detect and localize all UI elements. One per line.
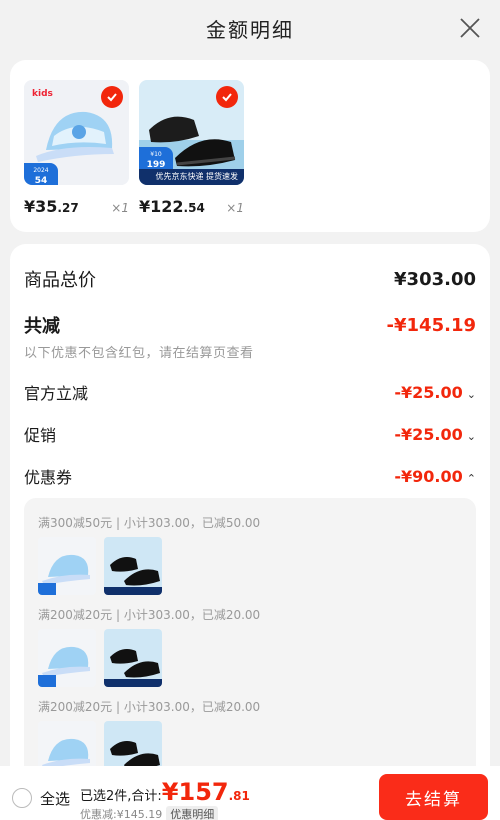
coupon-title: 满200减20元 | 小计303.00，已减20.00 — [38, 608, 261, 622]
header: 金额明细 — [0, 0, 500, 58]
coupon-row[interactable]: 优惠券 -¥90.00 ⌃ — [24, 464, 476, 488]
promotion-row[interactable]: 促销 -¥25.00 ⌄ — [24, 422, 476, 446]
select-all-radio[interactable] — [12, 788, 32, 808]
product-total-row: 商品总价 ¥303.00 — [24, 268, 476, 292]
product-thumbnail[interactable]: kids 2024 54 — [24, 80, 129, 185]
product-price: ¥35.27 ×1 — [24, 197, 129, 216]
product-item[interactable]: 优先京东快递 提货速发 ¥10 199 ¥122.54 ×1 — [139, 80, 244, 216]
product-thumbnail[interactable]: 优先京东快递 提货速发 ¥10 199 — [139, 80, 244, 185]
close-icon[interactable] — [458, 16, 482, 40]
checkout-button[interactable]: 去结算 — [379, 774, 488, 820]
totals-card: 商品总价 ¥303.00 共减 -¥145.19 以下优惠不包含红包，请在结算页… — [10, 244, 490, 818]
coupon-group: 满200减20元 | 小计303.00，已减20.00 — [38, 606, 260, 687]
product-mini-thumb — [104, 629, 162, 687]
product-mini-thumb — [38, 629, 96, 687]
official-discount-amount: -¥25.00 ⌄ — [394, 382, 476, 402]
products-card: kids 2024 54 ¥35.27 ×1 优先京东快递 提货速发 ¥10 1… — [10, 60, 490, 232]
chevron-up-icon[interactable]: ⌃ — [467, 472, 476, 485]
total-amount: ¥157 — [161, 778, 229, 806]
discount-row: 共减 -¥145.19 — [24, 314, 476, 338]
product-price: ¥122.54 ×1 — [139, 197, 244, 216]
coupon-title: 满200减20元 | 小计303.00，已减20.00 — [38, 700, 261, 714]
selected-count: 已选2件,合计: — [80, 789, 162, 804]
official-discount-row[interactable]: 官方立减 -¥25.00 ⌄ — [24, 380, 476, 404]
price-badge: ¥10 199 — [139, 147, 173, 170]
coupon-amount: -¥90.00 ⌃ — [394, 466, 476, 486]
total-summary: 已选2件,合计:¥157.81 — [80, 778, 250, 806]
chevron-down-icon[interactable]: ⌄ — [467, 388, 476, 401]
select-all-label[interactable]: 全选 — [40, 788, 70, 809]
product-item[interactable]: kids 2024 54 ¥35.27 ×1 — [24, 80, 129, 216]
checked-icon[interactable] — [216, 86, 238, 108]
checked-icon[interactable] — [101, 86, 123, 108]
coupon-group: 满300减50元 | 小计303.00，已减50.00 — [38, 514, 260, 595]
page-title: 金额明细 — [206, 18, 294, 42]
product-qty: ×1 — [111, 201, 129, 215]
price-badge: 2024 54 — [24, 163, 58, 185]
product-mini-thumb — [104, 537, 162, 595]
discount-detail-button[interactable]: 优惠明细 — [166, 806, 219, 820]
promo-strip: 优先京东快递 提货速发 — [139, 169, 244, 185]
checkout-bar: 全选 已选2件,合计:¥157.81 优惠减:¥145.19 优惠明细 去结算 — [0, 766, 500, 820]
discount-summary: 优惠减:¥145.19 优惠明细 — [80, 806, 219, 820]
product-mini-thumb — [38, 537, 96, 595]
promotion-amount: -¥25.00 ⌄ — [394, 424, 476, 444]
product-qty: ×1 — [226, 201, 244, 215]
discount-note: 以下优惠不包含红包，请在结算页查看 — [24, 346, 254, 361]
svg-text:kids: kids — [32, 89, 53, 99]
total-decimal: .81 — [228, 789, 250, 803]
chevron-down-icon[interactable]: ⌄ — [467, 430, 476, 443]
coupon-title: 满300减50元 | 小计303.00，已减50.00 — [38, 516, 261, 530]
